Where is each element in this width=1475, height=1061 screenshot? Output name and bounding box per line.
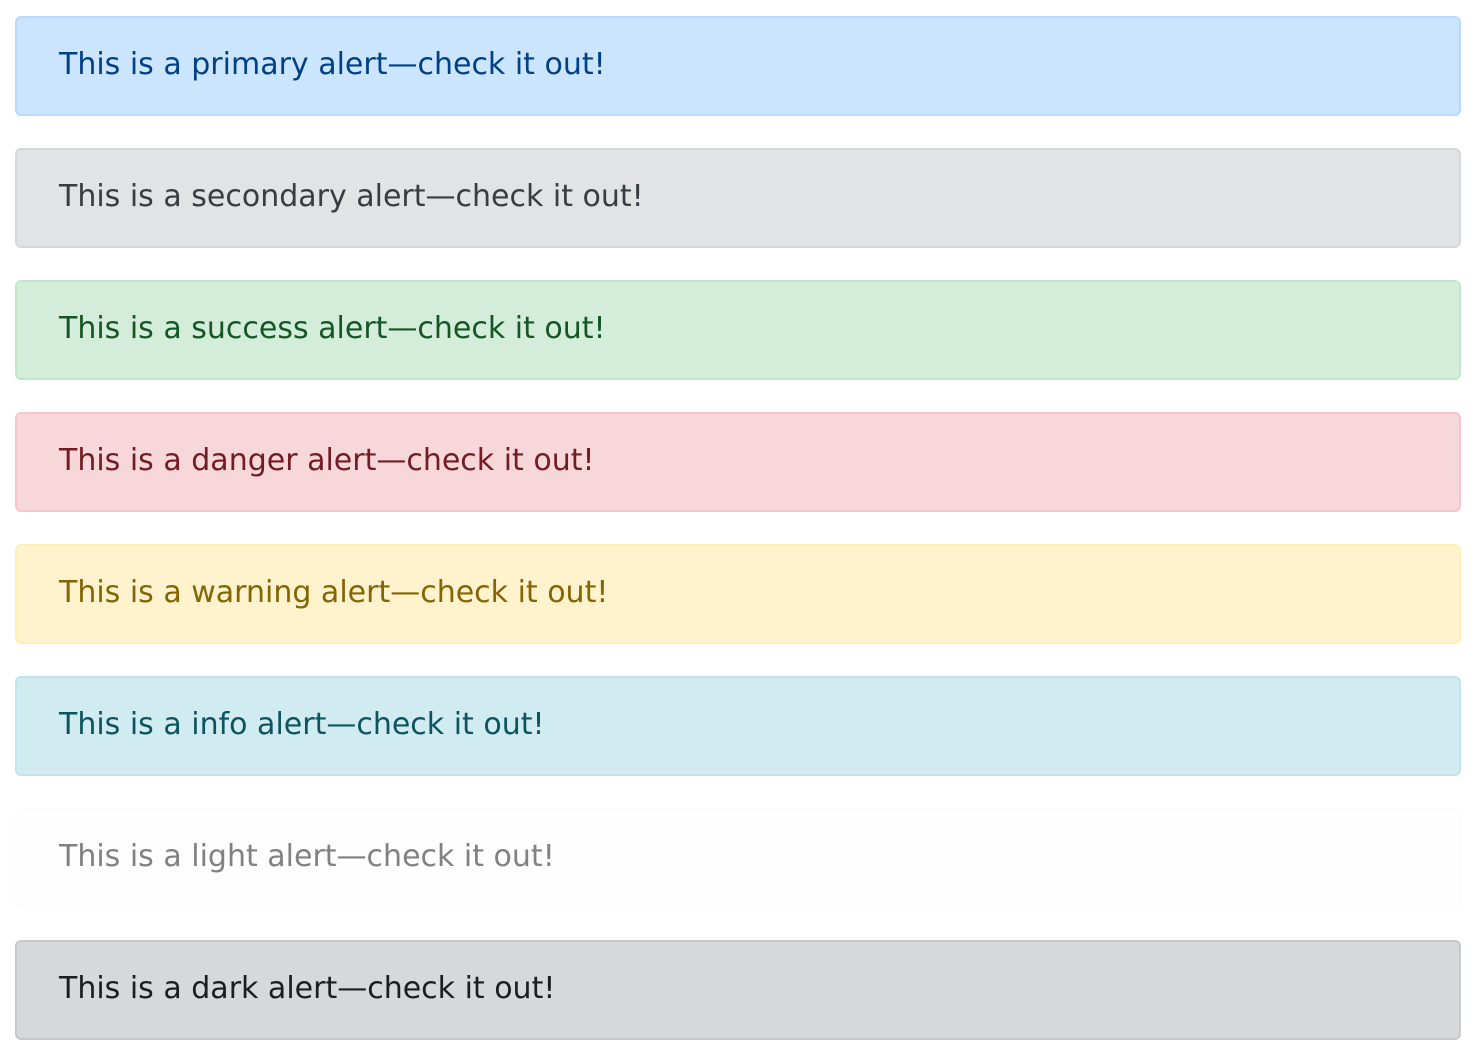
alert-light-text: This is a light alert—check it out! — [59, 839, 555, 874]
alert-primary-text: This is a primary alert—check it out! — [59, 47, 606, 82]
alert-dark-text: This is a dark alert—check it out! — [59, 971, 556, 1006]
alert-success: This is a success alert—check it out! — [15, 280, 1461, 380]
alert-warning-text: This is a warning alert—check it out! — [59, 575, 609, 610]
alert-secondary: This is a secondary alert—check it out! — [15, 148, 1461, 248]
alert-info-text: This is a info alert—check it out! — [59, 707, 545, 742]
alert-light: This is a light alert—check it out! — [15, 808, 1461, 908]
alert-primary: This is a primary alert—check it out! — [15, 16, 1461, 116]
alert-secondary-text: This is a secondary alert—check it out! — [59, 179, 644, 214]
alert-danger: This is a danger alert—check it out! — [15, 412, 1461, 512]
alert-dark: This is a dark alert—check it out! — [15, 940, 1461, 1040]
alert-success-text: This is a success alert—check it out! — [59, 311, 606, 346]
alerts-stack: This is a primary alert—check it out! Th… — [15, 16, 1461, 1040]
alert-info: This is a info alert—check it out! — [15, 676, 1461, 776]
alert-warning: This is a warning alert—check it out! — [15, 544, 1461, 644]
alert-danger-text: This is a danger alert—check it out! — [59, 443, 595, 478]
